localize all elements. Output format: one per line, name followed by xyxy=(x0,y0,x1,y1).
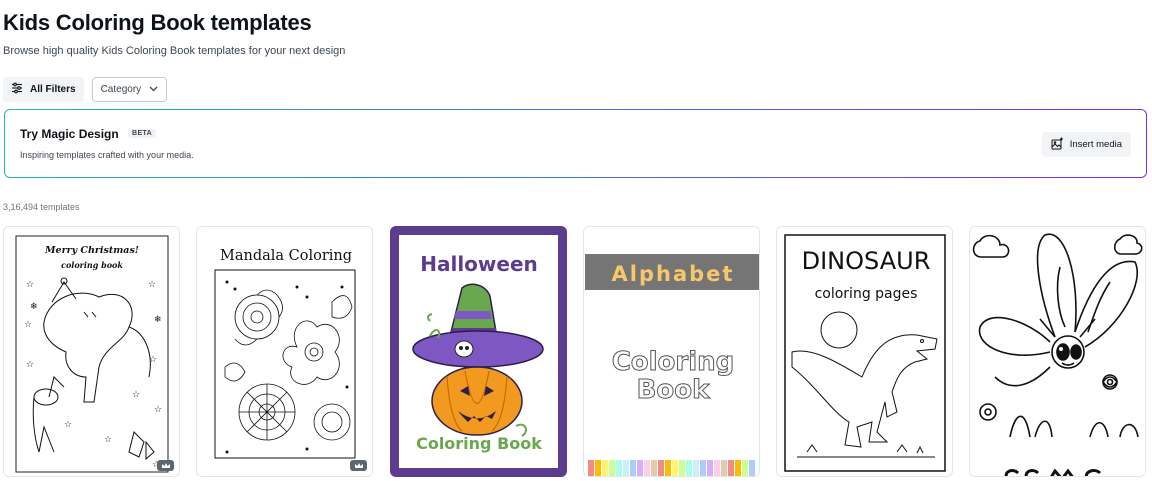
template-subheading: coloring pages xyxy=(815,286,918,302)
template-card[interactable]: Halloween Coloring Book xyxy=(390,226,567,477)
template-subheading: Coloring Book xyxy=(416,434,542,453)
page-title: Kids Coloring Book templates xyxy=(3,10,312,35)
svg-text:❄: ❄ xyxy=(30,302,38,312)
template-heading: DINOSAUR xyxy=(802,247,931,275)
category-label: Category xyxy=(100,84,142,95)
insert-media-label: Insert media xyxy=(1069,139,1122,150)
chevron-down-icon xyxy=(149,84,158,95)
template-subheading: coloring book xyxy=(61,260,123,270)
template-heading: Mandala Coloring xyxy=(220,248,352,264)
alphabet-coloring-thumbnail: Alphabet Coloring Book xyxy=(585,254,759,476)
svg-text:☆: ☆ xyxy=(154,405,162,415)
svg-text:☆: ☆ xyxy=(149,355,157,365)
magic-design-description: Inspiring templates crafted with your me… xyxy=(20,150,194,160)
template-subheading-line1: Coloring xyxy=(612,347,735,377)
butterfly-coloring-thumbnail xyxy=(970,227,1145,476)
mandala-coloring-thumbnail: Mandala Coloring xyxy=(214,248,356,459)
svg-text:☆: ☆ xyxy=(24,320,32,330)
svg-text:☆: ☆ xyxy=(104,435,112,445)
template-card[interactable]: Mandala Coloring xyxy=(196,226,373,477)
template-card[interactable]: Merry Christmas! coloring book ☆ ☆ ☆ ☆ ☆ ☆ ☆… xyxy=(3,226,180,477)
christmas-coloring-thumbnail: Merry Christmas! coloring book ☆ ☆ ☆ ☆ ☆ ☆ ☆… xyxy=(15,235,169,473)
svg-text:☆: ☆ xyxy=(64,420,72,430)
premium-crown-icon xyxy=(350,460,367,471)
svg-text:☆: ☆ xyxy=(26,280,34,290)
halloween-coloring-thumbnail: Halloween Coloring Book xyxy=(390,226,567,477)
template-heading: Merry Christmas! xyxy=(44,245,139,256)
magic-design-banner: Try Magic Design BETA Inspiring template… xyxy=(4,109,1147,178)
template-card[interactable] xyxy=(969,226,1146,477)
all-filters-label: All Filters xyxy=(30,84,76,95)
premium-crown-icon xyxy=(157,460,174,471)
category-dropdown[interactable]: Category xyxy=(91,77,168,102)
template-subheading-line2: Book xyxy=(637,375,711,405)
template-count: 3,16,494 templates xyxy=(3,202,80,212)
template-heading: Halloween xyxy=(420,252,538,276)
image-sparkle-icon xyxy=(1051,137,1064,153)
dinosaur-coloring-thumbnail: DINOSAUR coloring pages xyxy=(784,234,946,472)
template-card[interactable]: DINOSAUR coloring pages xyxy=(776,226,953,477)
all-filters-button[interactable]: All Filters xyxy=(3,77,84,102)
sliders-icon xyxy=(11,82,23,97)
template-heading: Alphabet xyxy=(612,262,735,286)
template-card[interactable]: Alphabet Coloring Book xyxy=(583,226,760,477)
filter-bar: All Filters Category xyxy=(3,77,168,102)
svg-text:❄: ❄ xyxy=(154,315,162,325)
svg-text:☆: ☆ xyxy=(26,360,34,370)
magic-design-title: Try Magic Design xyxy=(20,127,119,141)
svg-text:☆: ☆ xyxy=(148,280,156,290)
page-subtitle: Browse high quality Kids Coloring Book t… xyxy=(3,45,346,57)
insert-media-button[interactable]: Insert media xyxy=(1041,132,1131,157)
beta-badge: BETA xyxy=(128,129,157,138)
svg-text:☆: ☆ xyxy=(132,390,140,400)
